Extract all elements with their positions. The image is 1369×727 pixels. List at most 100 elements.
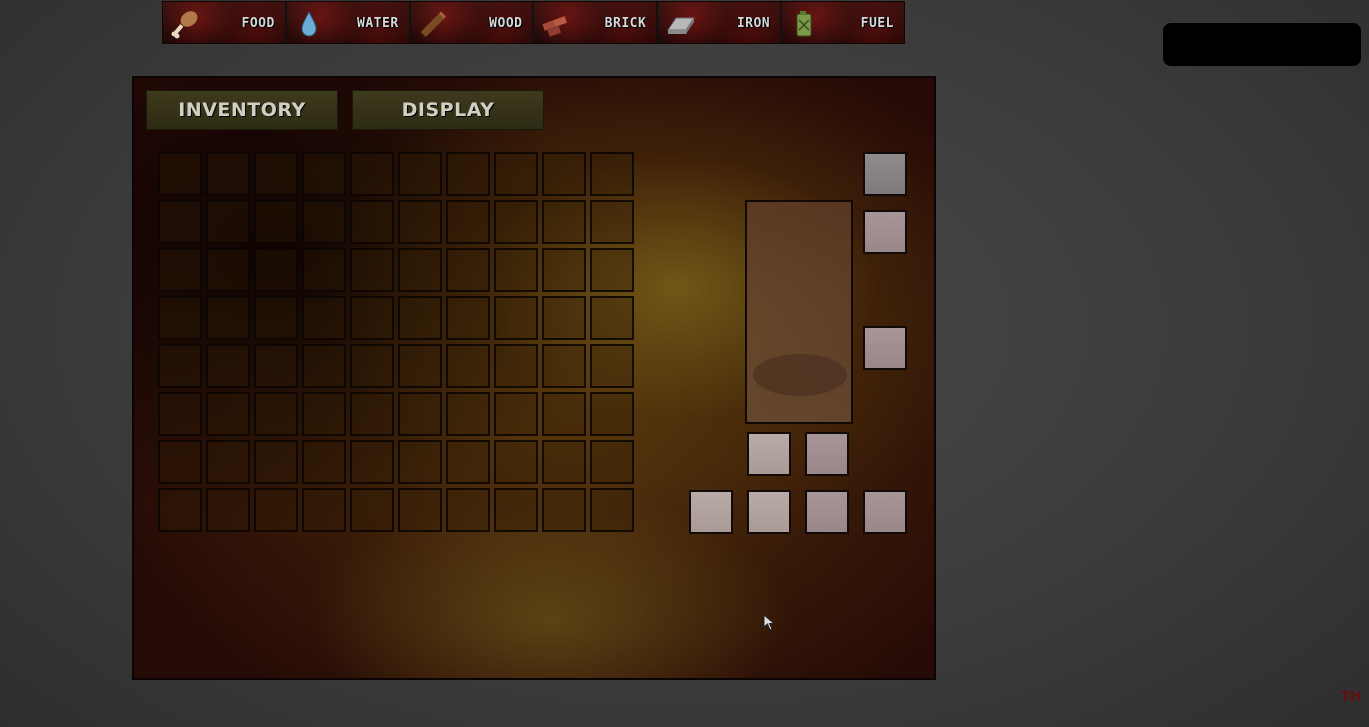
inventory-slot[interactable] [398,296,442,340]
resource-brick[interactable]: BRICK [534,2,659,43]
inventory-slot[interactable] [398,392,442,436]
inventory-slot[interactable] [350,488,394,532]
inventory-slot[interactable] [158,488,202,532]
inventory-slot[interactable] [206,152,250,196]
inventory-slot[interactable] [494,296,538,340]
resource-water[interactable]: WATER [286,2,411,43]
inventory-slot[interactable] [254,200,298,244]
inventory-slot[interactable] [446,296,490,340]
inventory-slot[interactable] [206,344,250,388]
inventory-slot[interactable] [254,296,298,340]
inventory-slot[interactable] [542,152,586,196]
inventory-slot[interactable] [254,440,298,484]
inventory-slot[interactable] [350,440,394,484]
inventory-slot[interactable] [398,152,442,196]
inventory-slot[interactable] [590,200,634,244]
inventory-slot[interactable] [158,200,202,244]
inventory-slot[interactable] [350,344,394,388]
inventory-slot[interactable] [590,488,634,532]
inventory-slot[interactable] [398,200,442,244]
inventory-slot[interactable] [350,392,394,436]
resource-food-label: FOOD [241,16,275,31]
resource-iron-label: IRON [736,16,771,31]
inventory-slot[interactable] [446,392,490,436]
equip-slot-legs[interactable] [863,326,907,370]
equip-slot-quick-4[interactable] [863,490,907,534]
inventory-slot[interactable] [446,152,490,196]
inventory-slot[interactable] [494,440,538,484]
equip-slot-hand-right[interactable] [805,432,849,476]
inventory-slot[interactable] [206,392,250,436]
inventory-slot[interactable] [302,248,346,292]
inventory-slot[interactable] [158,392,202,436]
equip-slot-quick-2[interactable] [747,490,791,534]
resource-food[interactable]: FOOD [163,2,287,43]
inventory-slot[interactable] [398,248,442,292]
inventory-slot[interactable] [302,440,346,484]
inventory-slot[interactable] [350,248,394,292]
inventory-slot[interactable] [158,152,202,196]
equip-slot-quick-1[interactable] [689,490,733,534]
equip-slot-hand-left[interactable] [747,432,791,476]
inventory-slot[interactable] [542,344,586,388]
inventory-slot[interactable] [206,296,250,340]
inventory-slot[interactable] [302,200,346,244]
inventory-slot[interactable] [350,296,394,340]
inventory-slot[interactable] [398,488,442,532]
equip-slot-head[interactable] [863,152,907,196]
inventory-slot[interactable] [302,488,346,532]
inventory-slot[interactable] [590,152,634,196]
inventory-slot[interactable] [494,392,538,436]
inventory-slot[interactable] [350,200,394,244]
inventory-slot[interactable] [446,344,490,388]
inventory-slot[interactable] [302,296,346,340]
inventory-slot[interactable] [542,296,586,340]
inventory-slot[interactable] [542,392,586,436]
inventory-slot[interactable] [350,152,394,196]
inventory-slot[interactable] [206,248,250,292]
inventory-tab-button[interactable]: INVENTORY [146,90,338,130]
display-tab-button[interactable]: DISPLAY [352,90,544,130]
inventory-slot[interactable] [446,488,490,532]
inventory-slot[interactable] [494,488,538,532]
inventory-slot[interactable] [206,440,250,484]
equip-slot-chest[interactable] [863,210,907,254]
inventory-slot[interactable] [302,344,346,388]
resource-wood[interactable]: WOOD [410,2,535,43]
inventory-slot[interactable] [590,440,634,484]
inventory-slot[interactable] [206,488,250,532]
inventory-slot[interactable] [590,296,634,340]
inventory-slot[interactable] [590,344,634,388]
inventory-slot[interactable] [254,488,298,532]
inventory-slot[interactable] [542,200,586,244]
equip-slot-quick-3[interactable] [805,490,849,534]
inventory-slot[interactable] [302,392,346,436]
inventory-slot[interactable] [158,248,202,292]
inventory-slot[interactable] [206,200,250,244]
inventory-slot[interactable] [494,248,538,292]
inventory-slot[interactable] [494,200,538,244]
inventory-slot[interactable] [494,152,538,196]
inventory-slot[interactable] [158,344,202,388]
inventory-slot[interactable] [302,152,346,196]
resource-fuel[interactable]: FUEL [782,2,904,43]
inventory-slot[interactable] [590,248,634,292]
inventory-slot[interactable] [542,248,586,292]
inventory-slot[interactable] [542,488,586,532]
inventory-slot[interactable] [254,392,298,436]
resource-iron[interactable]: IRON [658,2,783,43]
inventory-slot[interactable] [446,200,490,244]
inventory-slot[interactable] [398,344,442,388]
inventory-slot[interactable] [446,248,490,292]
inventory-slot[interactable] [590,392,634,436]
inventory-slot[interactable] [398,440,442,484]
inventory-slot[interactable] [158,440,202,484]
resource-wood-label: WOOD [489,16,523,31]
inventory-slot[interactable] [542,440,586,484]
inventory-slot[interactable] [254,152,298,196]
inventory-slot[interactable] [254,344,298,388]
inventory-slot[interactable] [254,248,298,292]
inventory-slot[interactable] [158,296,202,340]
inventory-slot[interactable] [494,344,538,388]
inventory-slot[interactable] [446,440,490,484]
